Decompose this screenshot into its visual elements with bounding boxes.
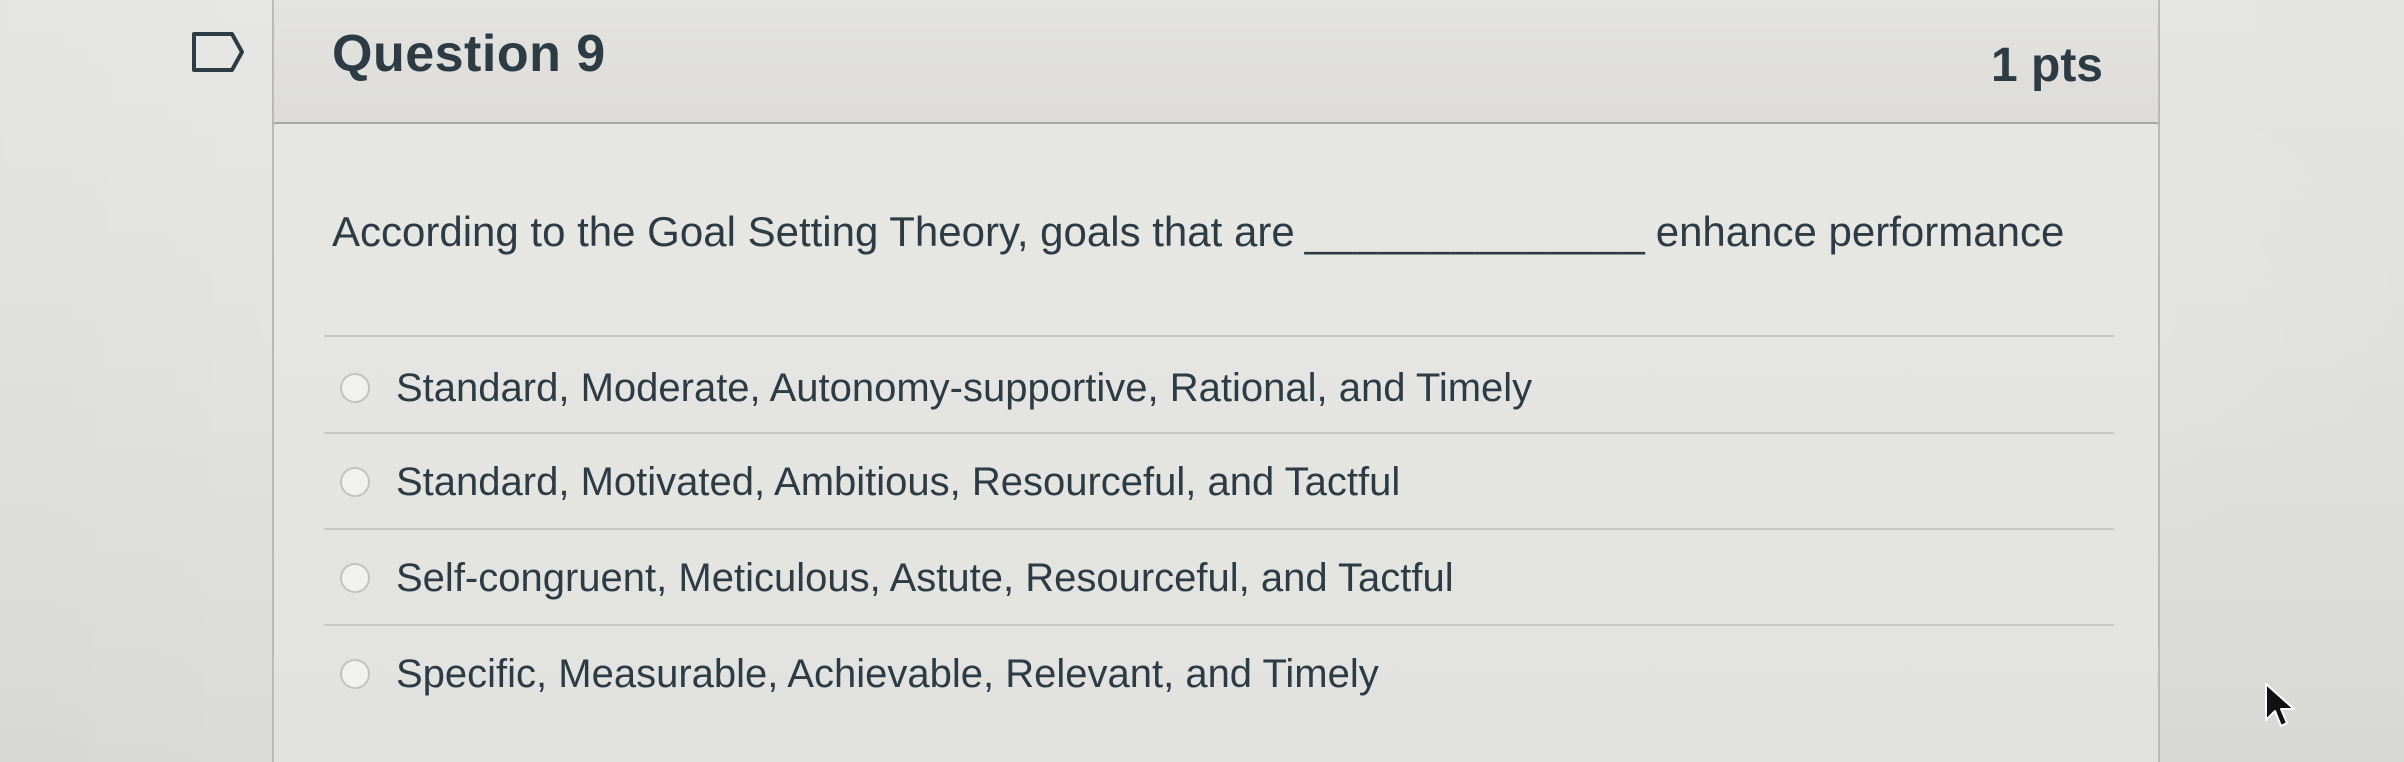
answer-label: Standard, Motivated, Ambitious, Resource…: [396, 459, 1401, 504]
answer-label: Self-congruent, Meticulous, Astute, Reso…: [396, 555, 1454, 600]
question-text: According to the Goal Setting Theory, go…: [332, 208, 2064, 256]
radio-icon[interactable]: [340, 563, 370, 593]
answer-divider: [324, 432, 2114, 434]
question-divider: [324, 335, 2114, 337]
question-card: Question 9 1 pts According to the Goal S…: [272, 0, 2160, 762]
question-blank: ______________: [1304, 208, 1646, 255]
answer-option-3[interactable]: Self-congruent, Meticulous, Astute, Reso…: [340, 548, 1454, 608]
answer-divider: [324, 624, 2114, 626]
answer-option-1[interactable]: Standard, Moderate, Autonomy-supportive,…: [340, 358, 1532, 418]
question-text-after: enhance performance: [1655, 208, 2065, 255]
answer-option-2[interactable]: Standard, Motivated, Ambitious, Resource…: [340, 452, 1400, 512]
question-title: Question 9: [332, 25, 606, 83]
answer-label: Standard, Moderate, Autonomy-supportive,…: [396, 365, 1533, 410]
flag-icon[interactable]: [190, 30, 246, 74]
radio-icon[interactable]: [340, 467, 370, 497]
radio-icon[interactable]: [340, 373, 370, 403]
radio-icon[interactable]: [340, 659, 370, 689]
question-text-before: According to the Goal Setting Theory, go…: [332, 208, 1295, 255]
answer-option-4[interactable]: Specific, Measurable, Achievable, Releva…: [340, 644, 1379, 704]
question-points: 1 pts: [1990, 39, 2103, 92]
answer-divider: [324, 528, 2114, 530]
question-header: Question 9 1 pts: [274, 0, 2158, 124]
answer-label: Specific, Measurable, Achievable, Releva…: [396, 651, 1379, 696]
cursor-icon: [2265, 683, 2295, 727]
